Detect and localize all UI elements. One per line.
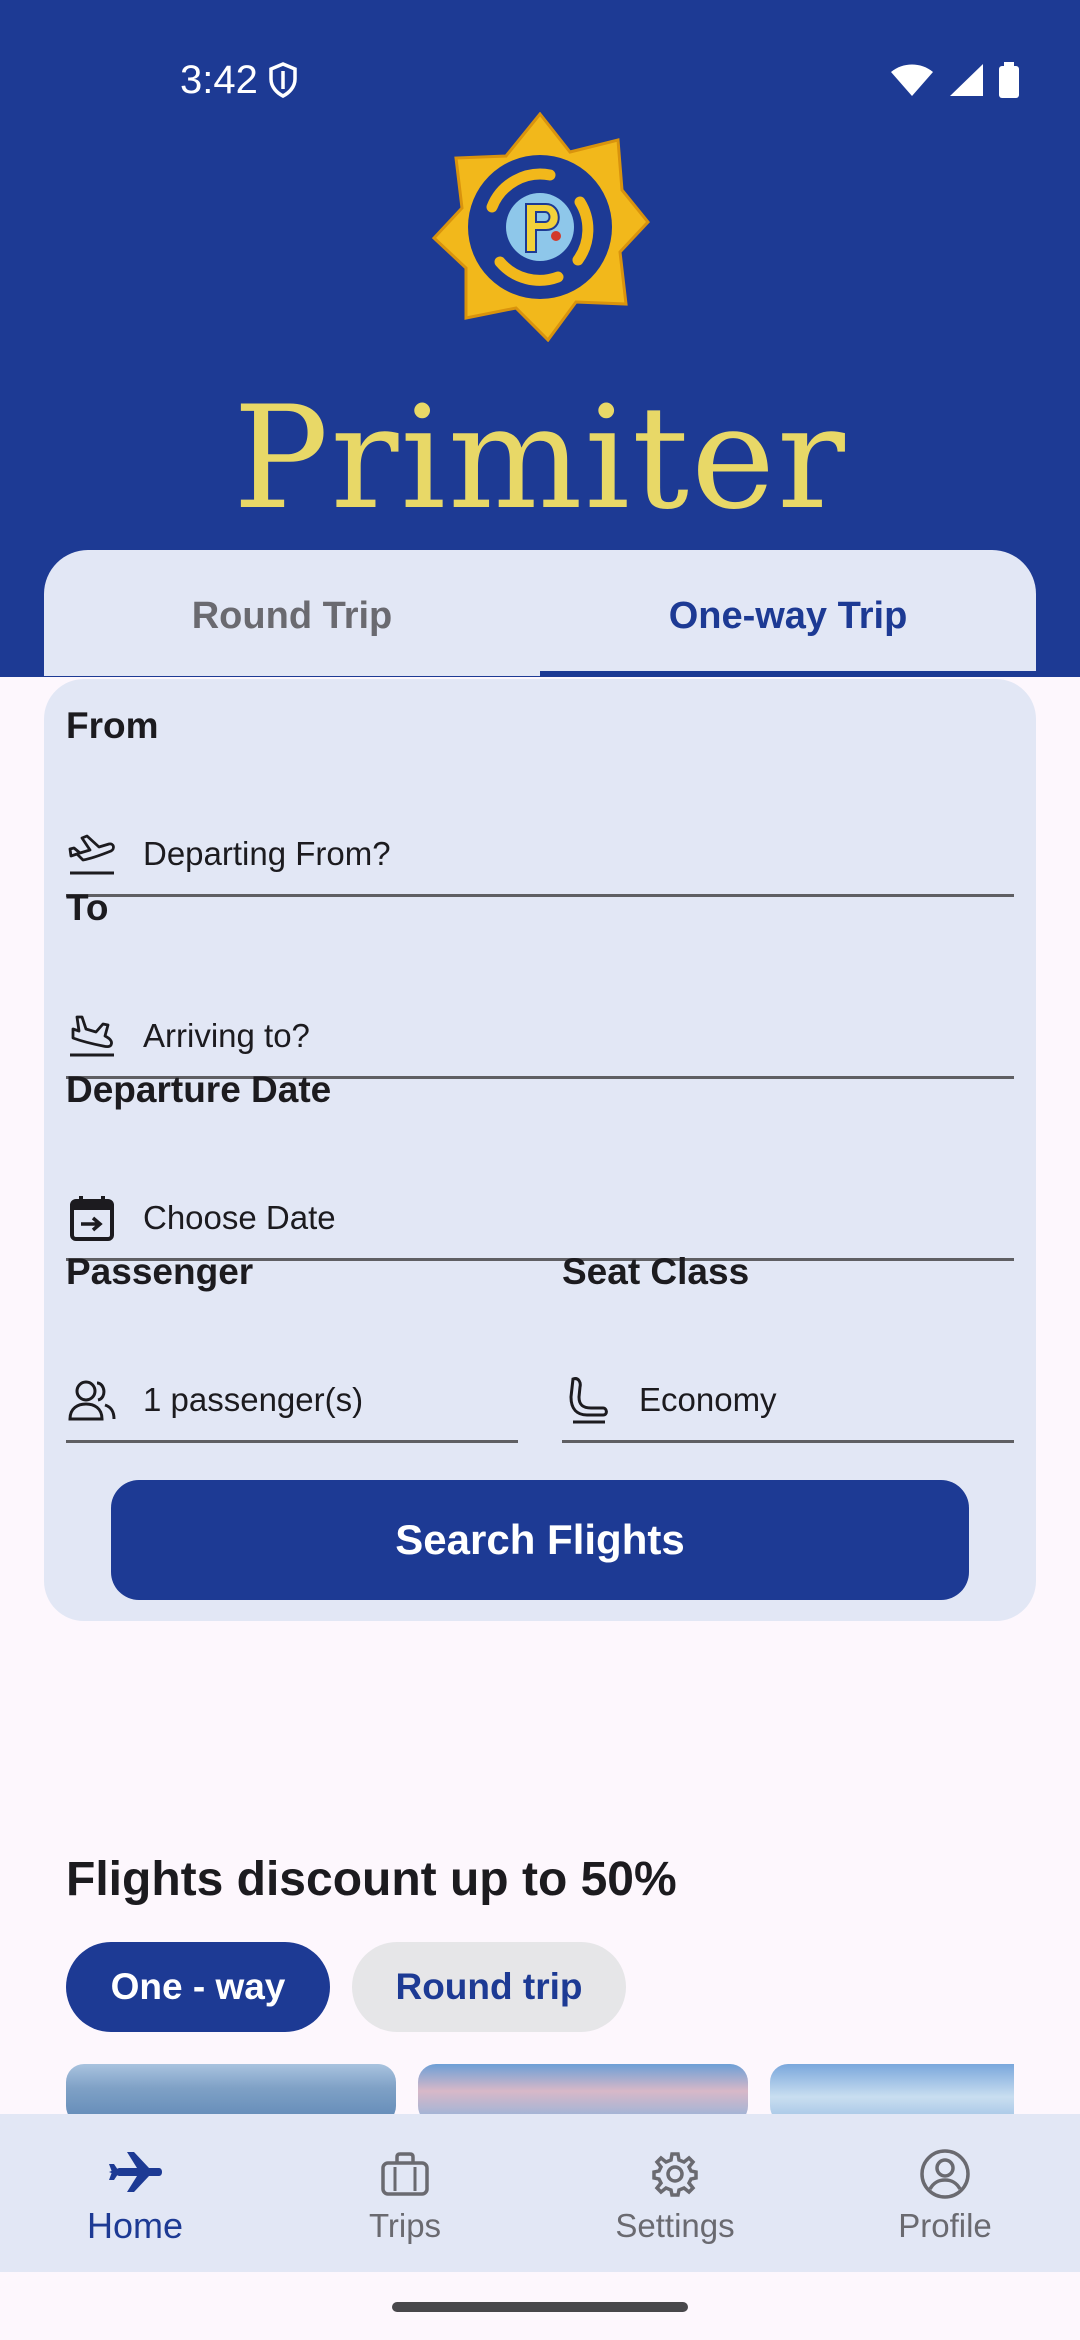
promo-title: Flights discount up to 50% [66,1853,677,1906]
account-circle-icon [919,2141,971,2207]
from-placeholder: Departing From? [143,834,391,872]
tab-one-way-trip[interactable]: One-way Trip [540,550,1036,676]
passenger-label: Passenger [66,1251,254,1292]
to-field[interactable]: Arriving to? [66,995,1014,1079]
to-label: To [66,887,109,928]
chip-one-way[interactable]: One - way [66,1942,330,2032]
status-icons [890,62,1020,103]
briefcase-icon [380,2141,430,2207]
discount-cards-row [66,2064,1014,2114]
from-field[interactable]: Departing From? [66,813,1014,897]
brand-logo [430,111,650,347]
discount-card-image[interactable] [66,2064,396,2114]
departure-date-field[interactable]: Choose Date [66,1177,1014,1261]
flight-takeoff-icon [66,828,118,880]
gear-icon [651,2141,699,2207]
departure-date-placeholder: Choose Date [143,1198,336,1236]
nav-settings[interactable]: Settings [540,2114,810,2272]
chip-round-trip[interactable]: Round trip [352,1942,626,2032]
home-indicator[interactable] [392,2302,688,2312]
passenger-value: 1 passenger(s) [143,1380,364,1418]
discount-card-image[interactable] [418,2064,748,2114]
passenger-field[interactable]: 1 passenger(s) [66,1359,518,1443]
calendar-icon [66,1192,118,1244]
nav-profile-label: Profile [898,2207,992,2244]
nav-profile[interactable]: Profile [810,2114,1080,2272]
nav-home-label: Home [86,2205,184,2246]
nav-trips-label: Trips [368,2207,442,2244]
discount-card-image[interactable] [770,2064,1014,2114]
shield-icon [268,62,298,103]
seat-icon [562,1374,614,1426]
seat-class-field[interactable]: Economy [562,1359,1014,1443]
trip-type-tabs: Round Trip One-way Trip [44,550,1036,676]
search-flights-button[interactable]: Search Flights [111,1480,969,1600]
wifi-icon [890,63,934,102]
nav-settings-label: Settings [615,2207,735,2244]
signal-icon [948,63,984,102]
departure-date-label: Departure Date [66,1069,332,1110]
tab-round-trip[interactable]: Round Trip [44,550,540,676]
nav-home[interactable]: Home [0,2114,270,2272]
flight-land-icon [66,1010,118,1062]
bottom-navigation: Home Trips Settings Profile [0,2114,1080,2272]
battery-icon [998,62,1020,103]
seat-class-value: Economy [639,1380,777,1418]
people-icon [66,1374,118,1426]
to-placeholder: Arriving to? [143,1016,310,1054]
seat-class-label: Seat Class [562,1251,750,1292]
status-time: 3:42 [180,58,258,102]
from-label: From [66,705,159,746]
airplane-icon [107,2139,163,2205]
brand-name: Primiter [233,376,847,541]
nav-trips[interactable]: Trips [270,2114,540,2272]
